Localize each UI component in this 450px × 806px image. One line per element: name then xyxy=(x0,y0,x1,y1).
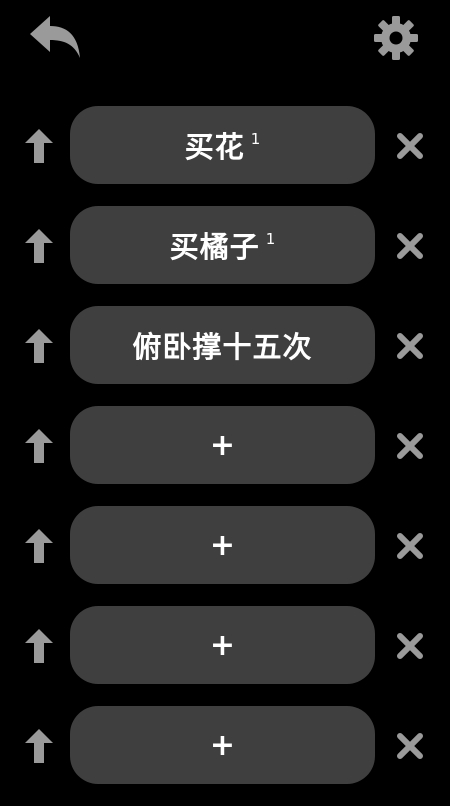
task-count-badge: 1 xyxy=(250,130,261,148)
task-item[interactable]: 俯卧撑十五次 xyxy=(70,306,375,384)
add-icon-label: + xyxy=(209,527,236,563)
move-up-button[interactable] xyxy=(24,328,54,364)
arrow-up-icon xyxy=(25,329,53,363)
close-icon xyxy=(397,733,423,759)
move-up-button[interactable] xyxy=(24,428,54,464)
delete-button[interactable] xyxy=(396,332,424,360)
gear-icon xyxy=(374,16,418,60)
settings-button[interactable] xyxy=(372,14,420,62)
arrow-up-icon xyxy=(25,229,53,263)
close-icon xyxy=(397,433,423,459)
move-up-button[interactable] xyxy=(24,528,54,564)
task-row: 买橘子 1 xyxy=(0,206,450,284)
task-row: + xyxy=(0,506,450,584)
delete-button[interactable] xyxy=(396,132,424,160)
delete-button[interactable] xyxy=(396,632,424,660)
arrow-up-icon xyxy=(25,129,53,163)
close-icon xyxy=(397,633,423,659)
task-row: 买花 1 xyxy=(0,106,450,184)
close-icon xyxy=(397,233,423,259)
task-row: 俯卧撑十五次 xyxy=(0,306,450,384)
delete-button[interactable] xyxy=(396,432,424,460)
delete-button[interactable] xyxy=(396,732,424,760)
top-bar xyxy=(0,0,450,80)
add-task-button[interactable]: + xyxy=(70,506,375,584)
add-icon-label: + xyxy=(209,627,236,663)
close-icon xyxy=(397,533,423,559)
arrow-up-icon xyxy=(25,429,53,463)
arrow-up-icon xyxy=(25,629,53,663)
add-task-button[interactable]: + xyxy=(70,706,375,784)
task-list: 买花 1 买橘子 1 俯卧撑十五次 + + + + xyxy=(0,106,450,806)
task-label: 买橘子 xyxy=(169,230,260,264)
task-item[interactable]: 买橘子 1 xyxy=(70,206,375,284)
add-task-button[interactable]: + xyxy=(70,406,375,484)
close-icon xyxy=(397,333,423,359)
move-up-button[interactable] xyxy=(24,728,54,764)
delete-button[interactable] xyxy=(396,232,424,260)
move-up-button[interactable] xyxy=(24,128,54,164)
back-button[interactable] xyxy=(28,14,82,62)
task-label: 买花 xyxy=(184,130,245,164)
add-icon-label: + xyxy=(209,427,236,463)
arrow-up-icon xyxy=(25,529,53,563)
task-count-badge: 1 xyxy=(265,230,276,248)
arrow-up-icon xyxy=(25,729,53,763)
add-task-button[interactable]: + xyxy=(70,606,375,684)
close-icon xyxy=(397,133,423,159)
back-arrow-icon xyxy=(30,16,80,58)
delete-button[interactable] xyxy=(396,532,424,560)
task-row: + xyxy=(0,706,450,784)
task-row: + xyxy=(0,606,450,684)
task-row: + xyxy=(0,406,450,484)
task-label: 俯卧撑十五次 xyxy=(132,330,313,364)
add-icon-label: + xyxy=(209,727,236,763)
task-item[interactable]: 买花 1 xyxy=(70,106,375,184)
move-up-button[interactable] xyxy=(24,628,54,664)
move-up-button[interactable] xyxy=(24,228,54,264)
